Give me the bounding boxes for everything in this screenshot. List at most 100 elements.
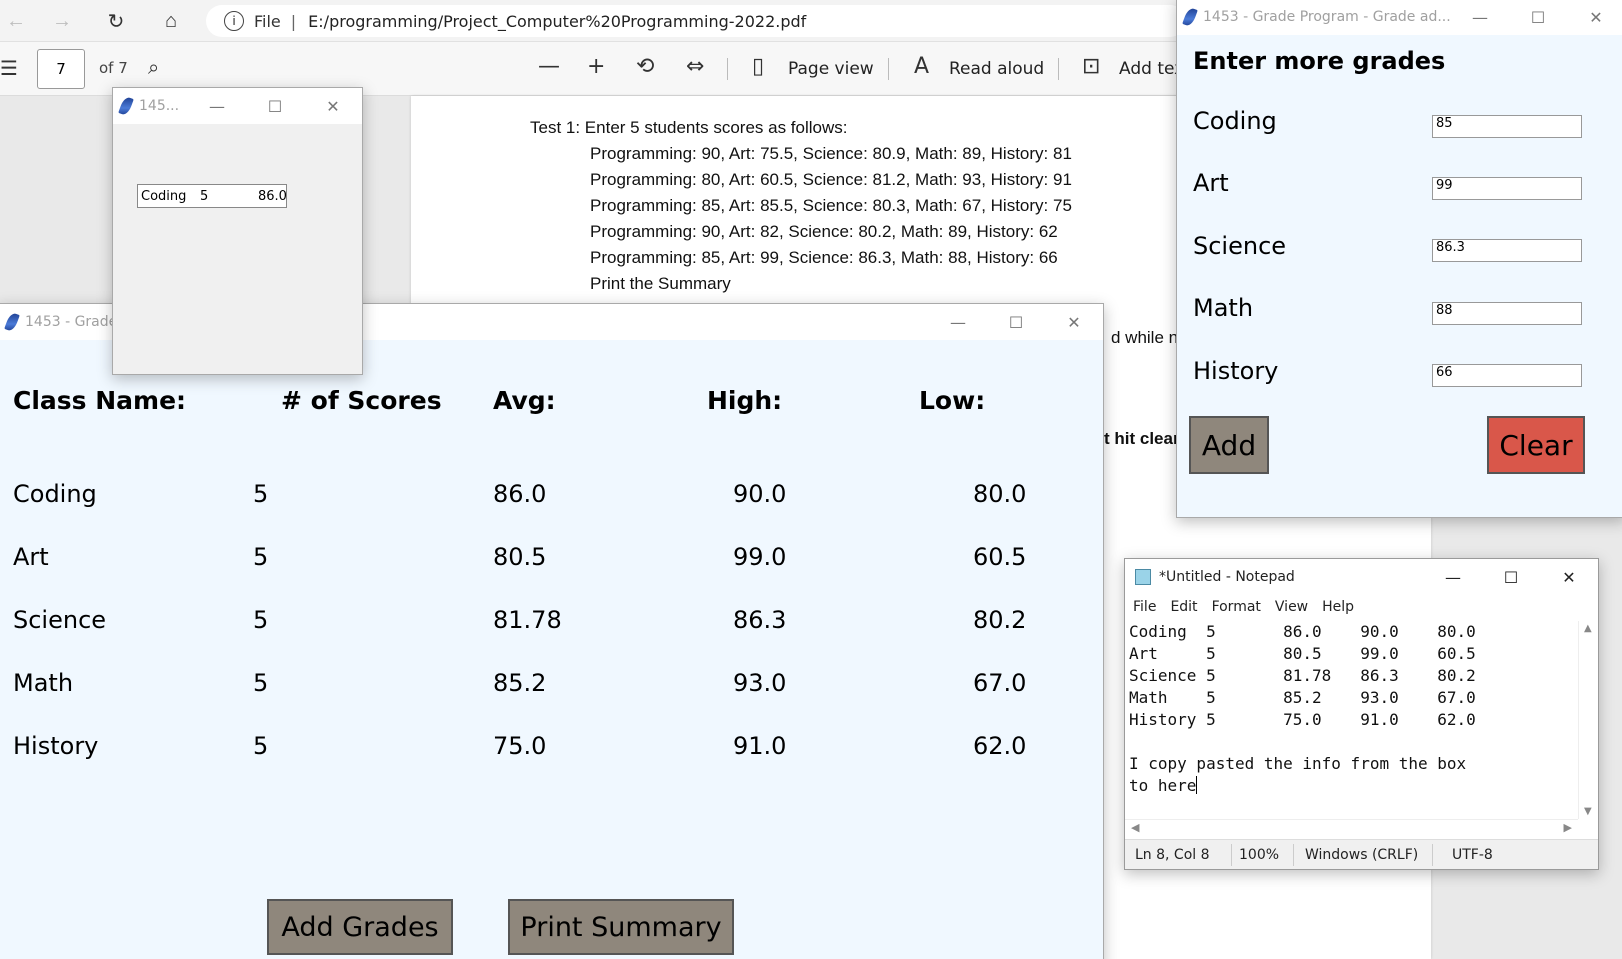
notepad-text-area[interactable]: Coding 5 86.0 90.0 80.0 Art 5 80.5 99.0 6… <box>1129 621 1577 817</box>
minimize-icon[interactable]: — <box>1424 559 1482 595</box>
maximize-icon[interactable]: ☐ <box>246 88 304 124</box>
address-separator: | <box>290 11 297 31</box>
row-class-name: Math <box>13 669 74 697</box>
grade-window-body: Enter more grades Coding 85 Art 99 Scien… <box>1177 35 1622 517</box>
maximize-icon[interactable]: ☐ <box>1509 0 1567 35</box>
history-grade-input[interactable]: 66 <box>1432 364 1582 387</box>
close-icon[interactable]: ✕ <box>1567 0 1622 35</box>
column-header-score-count: # of Scores <box>281 386 442 415</box>
minimize-icon[interactable]: — <box>929 304 987 340</box>
summary-listbox[interactable]: Coding 5 86.0 <box>137 184 287 208</box>
add-text-button[interactable]: Add tex <box>1119 59 1184 79</box>
close-icon[interactable]: ✕ <box>1540 559 1598 595</box>
tk-feather-icon <box>4 311 20 333</box>
pdf-text-fragment: t hit clear <box>1104 429 1180 448</box>
notepad-window: *Untitled - Notepad — ☐ ✕ File Edit Form… <box>1124 558 1599 870</box>
history-label: History <box>1193 357 1279 385</box>
menu-view[interactable]: View <box>1275 599 1308 615</box>
maximize-icon[interactable]: ☐ <box>987 304 1045 340</box>
notepad-menubar: File Edit Format View Help <box>1125 595 1598 619</box>
grade-window-titlebar: 1453 - Grade Program - Grade ad... — ☐ ✕ <box>1177 0 1622 35</box>
page-number-input[interactable]: 7 <box>37 49 85 89</box>
text-caret <box>1196 776 1198 794</box>
row-average: 86.0 <box>493 480 547 508</box>
add-button[interactable]: Add <box>1189 416 1269 474</box>
minimize-icon[interactable]: — <box>1451 0 1509 35</box>
window-title: 145... <box>139 98 180 114</box>
text-line: Math 5 85.2 93.0 67.0 <box>1129 688 1476 707</box>
small-window-titlebar: 145... — ☐ ✕ <box>113 88 362 124</box>
pdf-text-line: Programming: 85, Art: 99, Science: 86.3,… <box>590 248 1058 267</box>
scroll-right-icon[interactable]: ▶ <box>1564 821 1572 834</box>
scroll-left-icon[interactable]: ◀ <box>1131 821 1139 834</box>
read-aloud-icon[interactable]: A <box>914 54 929 79</box>
address-scheme-label: File <box>254 11 281 31</box>
refresh-icon[interactable]: ↻ <box>100 6 132 36</box>
pdf-text-line: Test 1: Enter 5 students scores as follo… <box>530 118 848 137</box>
maximize-icon[interactable]: ☐ <box>1482 559 1540 595</box>
text-line: Coding 5 86.0 90.0 80.0 <box>1129 622 1476 641</box>
row-class-name: Coding <box>13 480 97 508</box>
menu-file[interactable]: File <box>1133 599 1156 615</box>
close-icon[interactable]: ✕ <box>1045 304 1103 340</box>
close-icon[interactable]: ✕ <box>304 88 362 124</box>
grade-entry-window: 1453 - Grade Program - Grade ad... — ☐ ✕… <box>1176 0 1622 518</box>
print-summary-button[interactable]: Print Summary <box>508 899 734 955</box>
horizontal-scrollbar[interactable]: ◀ ▶ <box>1125 819 1578 837</box>
row-low: 60.5 <box>973 543 1027 571</box>
notepad-titlebar: *Untitled - Notepad — ☐ ✕ <box>1125 559 1598 595</box>
window-title: *Untitled - Notepad <box>1159 569 1295 585</box>
info-icon[interactable]: i <box>224 11 244 31</box>
status-divider <box>1231 844 1232 866</box>
address-url[interactable]: E:/programming/Project_Computer%20Progra… <box>308 12 806 31</box>
encoding: UTF-8 <box>1452 847 1493 863</box>
column-header-low: Low: <box>919 386 986 415</box>
menu-format[interactable]: Format <box>1212 599 1261 615</box>
text-line-last: to here <box>1129 775 1577 797</box>
small-output-window: 145... — ☐ ✕ Coding 5 86.0 <box>112 87 363 375</box>
menu-help[interactable]: Help <box>1322 599 1354 615</box>
zoom-out-icon[interactable]: — <box>538 54 560 79</box>
art-grade-input[interactable]: 99 <box>1432 177 1582 200</box>
page-view-button[interactable]: Page view <box>788 59 874 79</box>
clear-button[interactable]: Clear <box>1487 416 1585 474</box>
row-low: 67.0 <box>973 669 1027 697</box>
pdf-text-line: Programming: 90, Art: 82, Science: 80.2,… <box>590 222 1058 241</box>
add-text-icon[interactable]: ⊡ <box>1082 54 1100 79</box>
status-divider <box>1293 844 1294 866</box>
read-aloud-button[interactable]: Read aloud <box>949 59 1044 79</box>
art-label: Art <box>1193 169 1229 197</box>
science-grade-input[interactable]: 86.3 <box>1432 239 1582 262</box>
forward-icon[interactable]: → <box>46 6 78 36</box>
add-grades-button[interactable]: Add Grades <box>267 899 453 955</box>
window-title: 1453 - Grade Program - Grade ad... <box>1203 9 1451 25</box>
page-view-icon[interactable]: ▯ <box>752 54 764 79</box>
zoom-in-icon[interactable]: + <box>587 54 605 79</box>
menu-edit[interactable]: Edit <box>1170 599 1197 615</box>
contents-menu-icon[interactable]: ☰ <box>0 56 18 80</box>
fit-width-icon[interactable]: ⇔ <box>686 54 704 79</box>
pdf-text-line: Programming: 90, Art: 75.5, Science: 80.… <box>590 144 1072 163</box>
row-average: 75.0 <box>493 732 547 760</box>
address-bar[interactable]: i File | E:/programming/Project_Computer… <box>206 5 1186 37</box>
minimize-icon[interactable]: — <box>188 88 246 124</box>
scroll-up-icon[interactable]: ▲ <box>1584 623 1592 634</box>
row-class-name: History <box>13 732 99 760</box>
back-icon[interactable]: ← <box>0 6 32 36</box>
cursor-position: Ln 8, Col 8 <box>1135 847 1210 863</box>
search-icon[interactable]: ⌕ <box>148 55 159 79</box>
row-score-count: 5 <box>253 669 269 697</box>
row-high: 86.3 <box>733 606 787 634</box>
vertical-scrollbar[interactable]: ▲ ▼ <box>1578 621 1598 819</box>
text-line: Art 5 80.5 99.0 60.5 <box>1129 644 1476 663</box>
pdf-text-line: Programming: 80, Art: 60.5, Science: 81.… <box>590 170 1072 189</box>
zoom-level: 100% <box>1239 847 1280 863</box>
row-high: 93.0 <box>733 669 787 697</box>
row-score-count: 5 <box>253 543 269 571</box>
scroll-down-icon[interactable]: ▼ <box>1584 806 1592 817</box>
rotate-icon[interactable]: ⟲ <box>636 54 654 79</box>
math-grade-input[interactable]: 88 <box>1432 302 1582 325</box>
coding-grade-input[interactable]: 85 <box>1432 115 1582 138</box>
home-icon[interactable]: ⌂ <box>155 6 187 36</box>
row-score-count: 5 <box>253 606 269 634</box>
